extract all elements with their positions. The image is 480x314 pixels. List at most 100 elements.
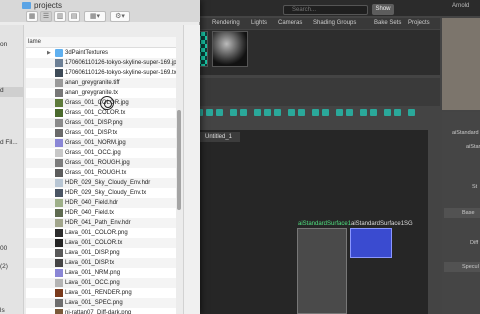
toolbar-icon[interactable] <box>264 109 271 116</box>
file-row[interactable]: Lava_001_DISP.tx <box>26 258 176 268</box>
sidebar-item[interactable]: ls <box>0 307 24 314</box>
section-specular[interactable]: Specul <box>444 262 480 272</box>
toolbar-icon[interactable] <box>240 109 247 116</box>
file-row[interactable]: HDR_029_Sky_Cloudy_Env.tx <box>26 188 176 198</box>
image-thumbnail-icon <box>55 209 63 217</box>
search-placeholder: Search... <box>292 7 317 13</box>
toolbar-icon[interactable] <box>360 109 367 116</box>
file-row[interactable]: 170606110126-tokyo-skyline-super-169.tx <box>26 68 176 78</box>
file-row[interactable]: Lava_001_COLOR.tx <box>26 238 176 248</box>
file-name: Lava_001_COLOR.png <box>65 230 128 236</box>
file-row[interactable]: 170606110126-tokyo-skyline-super-169.jpg <box>26 58 176 68</box>
scrollbar-thumb[interactable] <box>177 110 181 210</box>
file-row[interactable]: Lava_001_RENDER.png <box>26 288 176 298</box>
file-row[interactable]: HDR_029_Sky_Cloudy_Env.hdr <box>26 178 176 188</box>
toolbar-icon[interactable] <box>346 109 353 116</box>
hypershade-search-field[interactable]: Search... <box>283 5 368 15</box>
sidebar-item[interactable]: 00 <box>0 245 24 255</box>
toolbar-icon[interactable] <box>394 109 401 116</box>
sidebar-item[interactable]: on <box>0 41 24 51</box>
sidebar-item[interactable]: d Fil... <box>0 139 24 149</box>
image-thumbnail-icon <box>55 199 63 207</box>
toolbar-icon[interactable] <box>230 109 237 116</box>
image-thumbnail-icon <box>55 59 63 67</box>
image-thumbnail-icon <box>55 179 63 187</box>
file-row[interactable]: Lava_001_COLOR.png <box>26 228 176 238</box>
toolbar-icon[interactable] <box>206 109 213 116</box>
file-row[interactable]: anan_greygranite.tx <box>26 88 176 98</box>
column-view-button[interactable]: ▥ <box>54 11 66 22</box>
tab-projects[interactable]: Projects <box>408 20 430 26</box>
file-name: Grass_001_COLOR.tx <box>65 110 126 116</box>
finder-toolbar: ▦ ☰ ▥ ▤ ▦▾ ⚙▾ <box>0 11 200 25</box>
toolbar-icon[interactable] <box>370 109 377 116</box>
file-row[interactable]: Grass_001_ROUGH.jpg <box>26 158 176 168</box>
toolbar-icon[interactable] <box>408 109 415 116</box>
hypershade-tabs: ilities Rendering Lights Cameras Shading… <box>160 18 440 29</box>
file-row[interactable]: Lava_001_SPEC.png <box>26 298 176 308</box>
file-name: HDR_041_Path_Env.hdr <box>65 220 131 226</box>
column-header-name[interactable]: lame <box>26 37 176 48</box>
file-row[interactable]: Grass_001_NORM.jpg <box>26 138 176 148</box>
disclosure-triangle-icon[interactable]: ▶ <box>47 48 51 58</box>
window-title: projects <box>34 1 63 10</box>
file-row[interactable]: Grass_001_DISP.png <box>26 118 176 128</box>
ai-standard-surface-node[interactable]: aiStandardSurface1 <box>297 221 351 314</box>
image-thumbnail-icon <box>55 259 63 267</box>
image-thumbnail-icon <box>55 219 63 227</box>
tab-bake-sets[interactable]: Bake Sets <box>374 20 401 26</box>
image-thumbnail-icon <box>55 269 63 277</box>
file-row[interactable]: Lava_001_OCC.png <box>26 278 176 288</box>
file-row[interactable]: anan_greygranite.tiff <box>26 78 176 88</box>
sidebar-item[interactable] <box>0 111 24 121</box>
file-row[interactable]: Lava_001_NRM.png <box>26 268 176 278</box>
toolbar-icon[interactable] <box>216 109 223 116</box>
list-view-button[interactable]: ☰ <box>40 11 52 22</box>
renderer-label[interactable]: Arnold <box>452 3 469 9</box>
folder-icon <box>55 49 63 57</box>
file-row[interactable]: Grass_001_DISP.tx <box>26 128 176 138</box>
gallery-view-button[interactable]: ▤ <box>68 11 80 22</box>
file-row[interactable]: Lava_001_DISP.png <box>26 248 176 258</box>
tab-cameras[interactable]: Cameras <box>278 20 302 26</box>
file-row[interactable]: nj-rattan07_Diff-dark.png <box>26 308 176 314</box>
image-thumbnail-icon <box>55 239 63 247</box>
sidebar-item[interactable]: d <box>0 87 24 97</box>
toolbar-icon[interactable] <box>254 109 261 116</box>
sidebar-item[interactable] <box>0 63 24 73</box>
toolbar-icon[interactable] <box>322 109 329 116</box>
gear-icon[interactable]: ⚙▾ <box>110 11 130 22</box>
renderer-bar: Arnold <box>440 0 480 16</box>
sidebar-item[interactable] <box>0 287 24 297</box>
toolbar-icon[interactable] <box>274 109 281 116</box>
toolbar-icon[interactable] <box>288 109 295 116</box>
sidebar-item[interactable]: (2) <box>0 263 24 273</box>
toolbar-icon[interactable] <box>384 109 391 116</box>
toolbar-icon[interactable] <box>298 109 305 116</box>
file-row[interactable]: Grass_001_ROUGH.tx <box>26 168 176 178</box>
toolbar-icon[interactable] <box>312 109 319 116</box>
file-row[interactable]: HDR_041_Path_Env.hdr <box>26 218 176 228</box>
shading-group-node[interactable]: aiStandardSurface1SG <box>350 221 413 258</box>
show-button[interactable]: Show <box>372 4 394 15</box>
shader-glow-swatch[interactable]: shaderGlow1 <box>212 31 248 67</box>
image-thumbnail-icon <box>55 99 63 107</box>
file-name: HDR_040_Field.hdr <box>65 200 119 206</box>
file-row[interactable]: ▶ 3dPaintTextures <box>26 48 176 58</box>
image-thumbnail-icon <box>55 289 63 297</box>
file-row[interactable]: Grass_001_COLOR.tx <box>26 108 176 118</box>
tab-rendering[interactable]: Rendering <box>212 20 240 26</box>
file-row[interactable]: HDR_040_Field.tx <box>26 208 176 218</box>
finder-window: projects ▦ ☰ ▥ ▤ ▦▾ ⚙▾ on d d Fil... 00 (2) l… <box>0 0 200 314</box>
attr-label: St <box>472 184 478 190</box>
icon-view-button[interactable]: ▦ <box>26 11 38 22</box>
group-dropdown-button[interactable]: ▦▾ <box>84 11 106 22</box>
file-name: Grass_001_DISP.tx <box>65 130 118 136</box>
tab-shading-groups[interactable]: Shading Groups <box>313 20 356 26</box>
tab-lights[interactable]: Lights <box>251 20 267 26</box>
tab-untitled[interactable]: Untitled_1 <box>200 132 240 142</box>
file-row[interactable]: HDR_040_Field.hdr <box>26 198 176 208</box>
toolbar-icon[interactable] <box>336 109 343 116</box>
section-base[interactable]: Base <box>444 208 480 218</box>
file-row[interactable]: Grass_001_OCC.jpg <box>26 148 176 158</box>
